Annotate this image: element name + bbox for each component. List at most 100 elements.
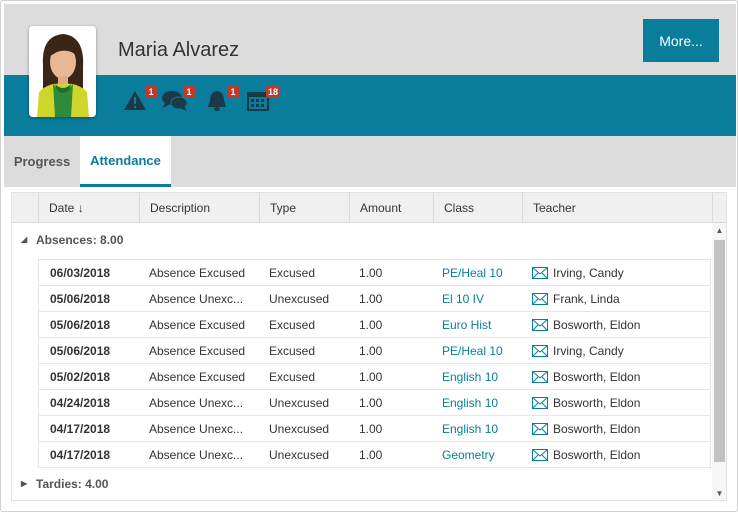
- group-tardies[interactable]: ▶ Tardies: 4.00: [12, 469, 726, 499]
- warning-icon: [124, 91, 146, 110]
- class-link[interactable]: Euro Hist: [442, 312, 527, 338]
- student-profile-panel: Maria Alvarez More... 1 1 1 18 Progress …: [0, 0, 738, 512]
- cell-amount: 1.00: [359, 396, 383, 410]
- column-header-spacer: [712, 193, 726, 223]
- cell-description: Absence Excused: [149, 344, 246, 358]
- more-button[interactable]: More...: [643, 19, 719, 62]
- column-header-amount[interactable]: Amount: [349, 193, 433, 223]
- column-date-label: Date: [49, 201, 75, 215]
- class-link[interactable]: El 10 IV: [442, 286, 527, 312]
- email-icon[interactable]: [532, 293, 548, 305]
- email-icon[interactable]: [532, 449, 548, 461]
- column-header-type[interactable]: Type: [259, 193, 349, 223]
- teacher-name: Bosworth, Eldon: [553, 422, 641, 436]
- teacher-name: Bosworth, Eldon: [553, 396, 641, 410]
- table-row[interactable]: 05/06/2018 Absence Excused Excused 1.00 PE/H…: [38, 338, 711, 364]
- cell-date: 06/03/2018: [50, 266, 111, 280]
- cell-description: Absence Unexc...: [149, 422, 244, 436]
- attendance-grid: Date ↓ Description Type Amount Class Tea…: [11, 192, 727, 501]
- cell-type: Excused: [269, 344, 316, 358]
- cell-amount: 1.00: [359, 318, 383, 332]
- column-header-teacher[interactable]: Teacher: [522, 193, 712, 223]
- email-icon[interactable]: [532, 345, 548, 357]
- reminders-notification[interactable]: 1: [205, 86, 239, 116]
- group-absences-label: Absences: 8.00: [36, 233, 124, 247]
- cell-description: Absence Unexc...: [149, 292, 244, 306]
- table-row[interactable]: 04/24/2018 Absence Unexc... Unexcused 1.00 E…: [38, 390, 711, 416]
- class-link[interactable]: Geometry: [442, 442, 527, 468]
- header-top: [4, 4, 736, 76]
- cell-teacher: Irving, Candy: [532, 260, 702, 286]
- cell-teacher: Bosworth, Eldon: [532, 416, 702, 442]
- tab-progress[interactable]: Progress: [4, 136, 80, 187]
- email-icon[interactable]: [532, 423, 548, 435]
- email-icon[interactable]: [532, 267, 548, 279]
- cell-amount: 1.00: [359, 370, 383, 384]
- table-row[interactable]: 05/02/2018 Absence Excused Excused 1.00 Engl…: [38, 364, 711, 390]
- cell-date: 04/17/2018: [50, 422, 111, 436]
- class-link[interactable]: English 10: [442, 416, 527, 442]
- table-row[interactable]: 04/17/2018 Absence Unexc... Unexcused 1.00 E…: [38, 416, 711, 442]
- absence-rows: 06/03/2018 Absence Excused Excused 1.00 PE/H…: [38, 259, 711, 468]
- teacher-name: Bosworth, Eldon: [553, 370, 641, 384]
- cell-teacher: Bosworth, Eldon: [532, 312, 702, 338]
- scroll-down-icon[interactable]: ▼: [712, 488, 726, 500]
- student-photo: [29, 26, 96, 117]
- cell-date: 04/24/2018: [50, 396, 111, 410]
- email-icon[interactable]: [532, 319, 548, 331]
- calendar-notification[interactable]: 18: [246, 86, 280, 116]
- table-row[interactable]: 06/03/2018 Absence Excused Excused 1.00 PE/H…: [38, 260, 711, 286]
- scroll-up-icon[interactable]: ▲: [712, 225, 726, 237]
- cell-type: Unexcused: [269, 396, 330, 410]
- cell-teacher: Irving, Candy: [532, 338, 702, 364]
- bell-icon: [208, 91, 226, 111]
- email-icon[interactable]: [532, 371, 548, 383]
- messages-badge: 1: [183, 86, 195, 98]
- avatar: [29, 26, 96, 117]
- teacher-name: Bosworth, Eldon: [553, 448, 641, 462]
- column-header-date[interactable]: Date ↓: [38, 193, 139, 223]
- alerts-notification[interactable]: 1: [123, 86, 157, 116]
- cell-type: Excused: [269, 370, 316, 384]
- tab-attendance[interactable]: Attendance: [80, 136, 171, 187]
- cell-type: Unexcused: [269, 448, 330, 462]
- cell-description: Absence Unexc...: [149, 448, 244, 462]
- class-link[interactable]: PE/Heal 10: [442, 338, 527, 364]
- table-row[interactable]: 05/06/2018 Absence Excused Excused 1.00 Euro…: [38, 312, 711, 338]
- expand-caret-icon[interactable]: ▶: [21, 469, 27, 499]
- class-link[interactable]: English 10: [442, 390, 527, 416]
- teacher-name: Frank, Linda: [553, 292, 620, 306]
- table-row[interactable]: 05/06/2018 Absence Unexc... Unexcused 1.00 E…: [38, 286, 711, 312]
- cell-date: 05/06/2018: [50, 344, 111, 358]
- cell-amount: 1.00: [359, 344, 383, 358]
- teacher-name: Irving, Candy: [553, 266, 624, 280]
- cell-type: Unexcused: [269, 292, 330, 306]
- student-name: Maria Alvarez: [118, 39, 240, 61]
- column-header-class[interactable]: Class: [433, 193, 522, 223]
- cell-amount: 1.00: [359, 422, 383, 436]
- cell-teacher: Bosworth, Eldon: [532, 442, 702, 468]
- cell-teacher: Frank, Linda: [532, 286, 702, 312]
- group-absences[interactable]: ◢ Absences: 8.00: [12, 225, 726, 255]
- messages-notification[interactable]: 1: [161, 86, 195, 116]
- cell-teacher: Bosworth, Eldon: [532, 364, 702, 390]
- column-header-description[interactable]: Description: [139, 193, 259, 223]
- vertical-scrollbar[interactable]: ▲ ▼: [712, 223, 726, 500]
- cell-teacher: Bosworth, Eldon: [532, 390, 702, 416]
- scroll-thumb[interactable]: [714, 240, 725, 462]
- teacher-name: Irving, Candy: [553, 344, 624, 358]
- table-row[interactable]: 04/17/2018 Absence Unexc... Unexcused 1.00 G…: [38, 442, 711, 468]
- grid-header: Date ↓ Description Type Amount Class Tea…: [12, 193, 726, 223]
- email-icon[interactable]: [532, 397, 548, 409]
- cell-amount: 1.00: [359, 292, 383, 306]
- cell-description: Absence Excused: [149, 318, 246, 332]
- class-link[interactable]: English 10: [442, 364, 527, 390]
- group-tardies-label: Tardies: 4.00: [36, 477, 109, 491]
- cell-description: Absence Excused: [149, 266, 246, 280]
- cell-amount: 1.00: [359, 266, 383, 280]
- class-link[interactable]: PE/Heal 10: [442, 260, 527, 286]
- sort-arrow-icon: ↓: [77, 201, 84, 215]
- cell-description: Absence Unexc...: [149, 396, 244, 410]
- cell-date: 05/06/2018: [50, 318, 111, 332]
- collapse-caret-icon[interactable]: ◢: [21, 225, 27, 255]
